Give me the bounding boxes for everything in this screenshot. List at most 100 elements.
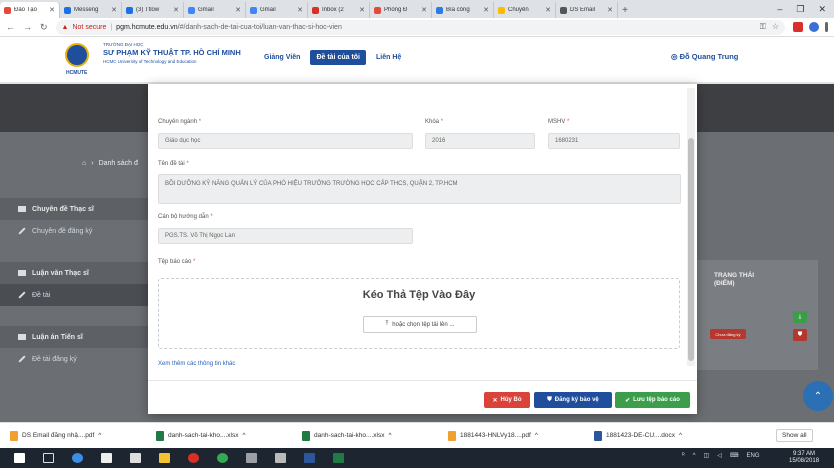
close-window-icon[interactable]: ✕	[818, 4, 826, 15]
task-view-icon[interactable]	[43, 453, 54, 463]
tray-chevron-icon[interactable]: ^	[693, 453, 696, 459]
sidebar-item-phd-thesis[interactable]: Luận án Tiến sĩ	[0, 326, 148, 348]
download-item[interactable]: danh-sach-tai-kho....xlsx ^	[302, 430, 434, 441]
chevron-up-icon[interactable]: ^	[679, 432, 682, 439]
minimize-icon[interactable]: –	[777, 4, 782, 14]
url-field[interactable]: ▲ Not secure | pgm.hcmute.edu.vn/#/danh-…	[55, 19, 785, 35]
breadcrumb-item[interactable]: Danh sách đ	[99, 160, 138, 167]
nav-contact[interactable]: Liên Hệ	[376, 54, 401, 61]
browser-tab[interactable]: Gmail ✕	[184, 2, 246, 18]
back-icon[interactable]: ←	[6, 22, 15, 32]
new-tab-button[interactable]: +	[618, 2, 632, 18]
show-all-button[interactable]: Show all	[776, 429, 813, 442]
browser-tab[interactable]: DS Email ✕	[556, 2, 618, 18]
browser-tab[interactable]: Inbox (2 ✕	[308, 2, 370, 18]
close-icon[interactable]: ✕	[483, 6, 489, 14]
chrome-alt-icon[interactable]	[217, 453, 228, 463]
close-icon[interactable]: ✕	[359, 6, 365, 14]
register-defense-button[interactable]: ⛊ Đăng ký bảo vệ	[534, 392, 612, 408]
browser-tab[interactable]: (3) Ttlow ✕	[122, 2, 184, 18]
close-icon[interactable]: ✕	[297, 6, 303, 14]
major-field[interactable]: Giáo dục học	[158, 133, 413, 149]
language-indicator[interactable]: ENG	[747, 453, 760, 459]
url-host: pgm.hcmute.edu.vn	[116, 23, 178, 31]
download-item[interactable]: 1881423-DE-CU....docx ^	[594, 430, 726, 441]
breadcrumb: ⌂ › Danh sách đ	[82, 160, 138, 167]
more-info-link[interactable]: Xem thêm các thông tin khác	[158, 361, 235, 367]
choose-file-button[interactable]: ⤒ hoặc chọn tệp tải lên ...	[363, 316, 477, 333]
nav-lecturer[interactable]: Giảng Viên	[264, 54, 300, 61]
save-report-button[interactable]: ✔ Lưu tệp báo cáo	[615, 392, 690, 408]
slides-icon	[498, 6, 505, 14]
browser-tab[interactable]: Phòng Đ ✕	[370, 2, 432, 18]
clock[interactable]: 9:37 AM 15/08/2018	[789, 451, 819, 465]
menu-icon[interactable]	[825, 22, 828, 32]
close-icon[interactable]: ✕	[607, 6, 613, 14]
advisor-field[interactable]: PGS.TS. Võ Thị Ngọc Lan	[158, 228, 413, 244]
download-item[interactable]: 1881443-HNLVy18....pdf ^	[448, 430, 580, 441]
forward-icon[interactable]: →	[23, 22, 32, 32]
browser-tab[interactable]: Bìa công ✕	[432, 2, 494, 18]
sidebar-item-registered-theses[interactable]: Đề tài đăng ký	[0, 348, 148, 370]
sidebar-item-topic[interactable]: Đề tài	[0, 284, 148, 306]
browser-tab[interactable]: Messeng ✕	[60, 2, 122, 18]
keyboard-icon[interactable]: ⌨	[730, 452, 739, 459]
network-icon[interactable]: ◫	[704, 452, 710, 459]
download-item[interactable]: DS Email đăng nhậ....pdf ^	[10, 430, 142, 441]
download-button[interactable]: ⤓	[793, 311, 807, 323]
cancel-button[interactable]: ✕ Hủy Bỏ	[484, 392, 530, 408]
home-icon[interactable]: ⌂	[82, 160, 86, 167]
excel-icon	[302, 430, 310, 441]
chevron-up-icon[interactable]: ^	[535, 432, 538, 439]
folder-icon[interactable]	[159, 453, 170, 463]
close-icon: ✕	[492, 397, 498, 404]
reload-icon[interactable]: ↻	[40, 22, 48, 33]
download-item[interactable]: danh-sach-tai-kho....xlsx ^	[156, 430, 288, 441]
course-field[interactable]: 2016	[425, 133, 535, 149]
chevron-up-icon[interactable]: ^	[242, 432, 245, 439]
sidebar-item-thesis-topics[interactable]: Chuyên đề Thạc sĩ	[0, 198, 148, 220]
book-icon	[18, 206, 26, 212]
close-icon[interactable]: ✕	[49, 6, 55, 14]
file-dropzone[interactable]: Kéo Thả Tệp Vào Đây ⤒ hoặc chọn tệp tải l…	[158, 278, 680, 349]
excel-icon[interactable]	[333, 453, 344, 463]
sidebar-item-master-thesis[interactable]: Luận văn Thạc sĩ	[0, 262, 148, 284]
browser-tab[interactable]: Gmail ✕	[246, 2, 308, 18]
close-icon[interactable]: ✕	[421, 6, 427, 14]
google-icon	[250, 6, 257, 14]
close-icon[interactable]: ✕	[235, 6, 241, 14]
close-icon[interactable]: ✕	[545, 6, 551, 14]
user-name: Đỗ Quang Trung	[679, 52, 739, 61]
university-logo[interactable]	[65, 43, 89, 67]
student-id-field[interactable]: 1680231	[548, 133, 680, 149]
key-icon[interactable]: ⚿	[760, 22, 766, 32]
shield-button[interactable]: ⛊	[793, 329, 807, 341]
scroll-top-button[interactable]: ⌃	[803, 381, 833, 411]
title-field[interactable]: BỒI DƯỠNG KỸ NĂNG QUẢN LÝ CỦA PHÓ HIỆU T…	[158, 174, 681, 204]
maximize-icon[interactable]: ❐	[796, 4, 804, 15]
close-icon[interactable]: ✕	[111, 6, 117, 14]
edge-icon[interactable]	[72, 453, 83, 463]
scrollbar-thumb[interactable]	[688, 138, 694, 361]
star-icon[interactable]: ☆	[772, 22, 779, 32]
word-icon[interactable]	[304, 453, 315, 463]
store-icon[interactable]	[101, 453, 112, 463]
student-id-label: MSHV *	[548, 119, 570, 125]
volume-icon[interactable]: ◁	[717, 452, 722, 459]
people-icon[interactable]: ᴿ	[682, 453, 685, 459]
extension-blue-icon[interactable]	[809, 22, 819, 32]
nav-my-topics[interactable]: Đề tài của tôi	[310, 50, 367, 65]
app-icon[interactable]	[275, 453, 286, 463]
sidebar-item-registered-topics[interactable]: Chuyên đề đăng ký	[0, 220, 148, 242]
browser-tab[interactable]: Đào Tạo ✕	[0, 2, 60, 18]
extension-red-icon[interactable]	[793, 22, 803, 32]
close-icon[interactable]: ✕	[173, 6, 179, 14]
chrome-icon[interactable]	[188, 453, 199, 463]
chevron-up-icon[interactable]: ^	[388, 432, 391, 439]
mail-icon[interactable]	[130, 453, 141, 463]
user-menu[interactable]: ◎ Đỗ Quang Trung	[671, 52, 738, 61]
browser-tab[interactable]: Chuyển ✕	[494, 2, 556, 18]
chevron-up-icon[interactable]: ^	[98, 432, 101, 439]
app-icon[interactable]	[246, 453, 257, 463]
windows-start-icon[interactable]	[14, 453, 25, 463]
